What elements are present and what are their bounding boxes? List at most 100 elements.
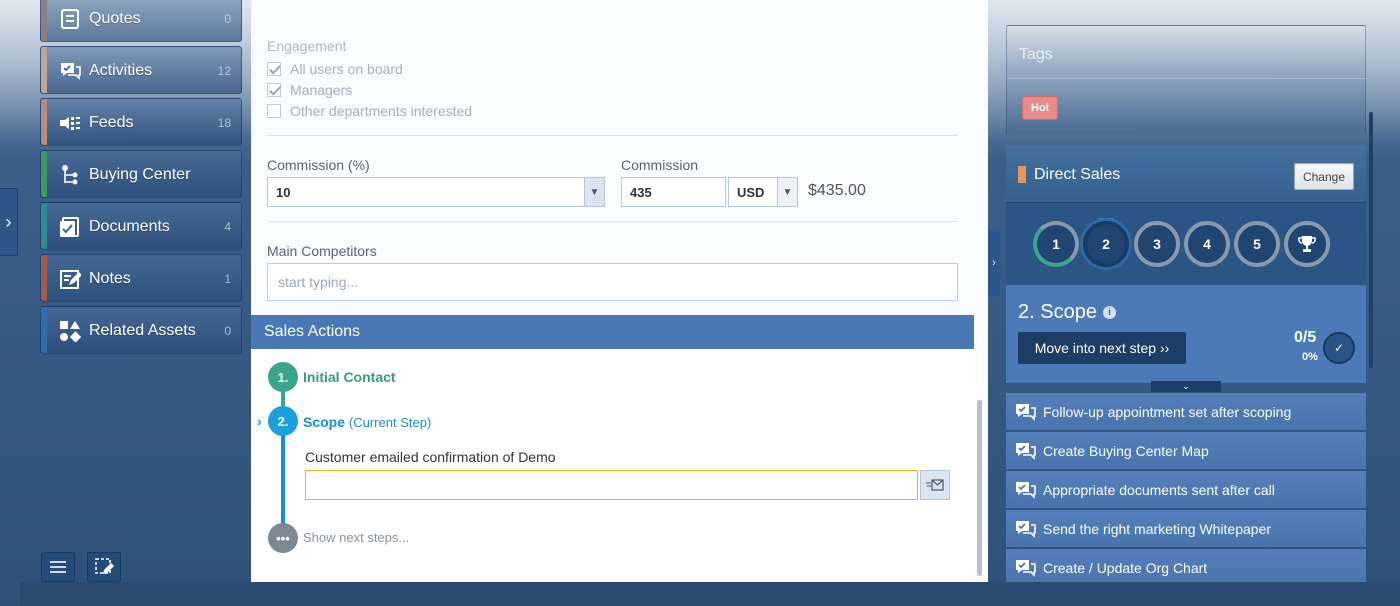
commission-amount-label: Commission (621, 157, 699, 173)
send-email-button[interactable] (920, 470, 950, 500)
checkbox[interactable] (267, 83, 281, 97)
sidebar-item-activities[interactable]: Activities 12 (40, 46, 242, 94)
process-step-won[interactable] (1284, 221, 1330, 267)
edit-layout-button[interactable] (87, 552, 121, 582)
process-step-2[interactable]: 2 (1083, 221, 1129, 267)
step-number: 1 (1052, 236, 1060, 252)
sidebar-item-related-assets[interactable]: Related Assets 0 (40, 306, 242, 354)
chevron-down-icon: ⌄ (1182, 381, 1190, 391)
scrollbar[interactable] (1369, 112, 1373, 368)
task-item-label: Appropriate documents sent after call (1043, 482, 1275, 498)
process-step-4[interactable]: 4 (1184, 221, 1230, 267)
checkbox-label: Managers (290, 82, 353, 98)
step-2-circle[interactable]: 2. (268, 406, 298, 436)
process-step-1[interactable]: 1 (1033, 221, 1079, 267)
show-next-steps-link[interactable]: Show next steps... (303, 530, 409, 545)
commission-amount-input[interactable]: 435 (621, 177, 726, 207)
checkmark-icon: ✓ (1323, 332, 1355, 364)
step-number: 2. (277, 413, 289, 429)
task-check-icon (1016, 482, 1036, 499)
collapse-current-step-tab[interactable]: ⌄ (1151, 381, 1221, 392)
sidebar-item-count: 18 (217, 116, 231, 130)
bottom-bar (20, 582, 1400, 606)
process-color-marker (1018, 166, 1026, 183)
expand-sidebar-toggle[interactable]: › (0, 188, 18, 256)
change-process-button[interactable]: Change (1294, 163, 1354, 190)
collapse-right-panel-toggle[interactable]: › (988, 230, 1000, 296)
progress-fraction: 0/5 (1294, 329, 1317, 346)
step-number: 4 (1203, 236, 1211, 252)
checkbox[interactable] (267, 104, 281, 118)
sidebar-item-label: Feeds (89, 114, 134, 131)
sidebar-item-documents[interactable]: Documents 4 (40, 202, 242, 250)
task-input[interactable] (305, 470, 918, 500)
move-next-step-button[interactable]: Move into next step ›› (1018, 332, 1186, 364)
process-step-3[interactable]: 3 (1134, 221, 1180, 267)
competitors-label: Main Competitors (267, 243, 377, 259)
sidebar-item-buying-center[interactable]: Buying Center (40, 150, 242, 198)
process-step-5[interactable]: 5 (1234, 221, 1280, 267)
assets-icon (60, 321, 81, 342)
trophy-icon (1298, 236, 1316, 252)
sidebar-item-feeds[interactable]: Feeds 18 (40, 98, 242, 146)
accent-bar (41, 255, 47, 301)
engagement-option-other-departments[interactable]: Other departments interested (267, 103, 472, 119)
checkbox-label: Other departments interested (290, 103, 473, 119)
sidebar-item-count: 12 (217, 64, 231, 78)
chevron-down-icon[interactable]: ▼ (584, 178, 604, 206)
step-2-title[interactable]: Scope (Current Step) (303, 414, 431, 430)
tag-hot[interactable]: Hot (1022, 96, 1059, 120)
task-check-icon (1016, 443, 1036, 460)
divider (267, 221, 958, 222)
sidebar-item-notes[interactable]: Notes 1 (40, 254, 242, 302)
sales-actions-title: Sales Actions (264, 323, 361, 340)
info-icon[interactable]: i (1102, 306, 1116, 320)
commission-amount-display: $435.00 (808, 182, 866, 199)
engagement-option-all-users[interactable]: All users on board (267, 61, 403, 77)
chevron-down-icon[interactable]: ▼ (777, 178, 797, 206)
activities-icon (61, 63, 81, 80)
sidebar-item-label: Buying Center (89, 166, 191, 183)
progress-percent: 0% (1302, 351, 1318, 363)
process-title: Direct Sales (1034, 166, 1121, 183)
documents-icon (60, 217, 79, 237)
process-task-item[interactable]: Send the right marketing Whitepaper (1006, 510, 1366, 548)
sidebar-item-label: Notes (89, 270, 131, 287)
sidebar-item-count: 1 (224, 272, 231, 286)
sidebar-item-quotes[interactable]: Quotes 0 (40, 0, 242, 42)
chevron-right-icon: › (992, 257, 996, 269)
accent-bar (41, 47, 47, 93)
commission-percent-select[interactable]: 10 ▼ (267, 177, 605, 207)
current-step-panel: 2. Scope i Move into next step ›› 0/5 0% … (1006, 285, 1366, 383)
process-task-item[interactable]: Create Buying Center Map (1006, 432, 1366, 470)
opportunity-form: Engagement All users on board Managers O… (251, 0, 988, 315)
accent-bar (41, 99, 47, 145)
currency-select[interactable]: USD ▼ (728, 177, 798, 207)
step-1-circle[interactable]: 1. (268, 362, 298, 392)
competitors-input[interactable]: start typing... (267, 263, 958, 301)
scrollbar[interactable] (977, 400, 982, 576)
sidebar-item-count: 0 (224, 324, 231, 338)
step-number: 1. (277, 369, 289, 385)
sidebar-item-label: Quotes (89, 10, 141, 27)
process-task-item[interactable]: Follow-up appointment set after scoping (1006, 393, 1366, 431)
step-1-title[interactable]: Initial Contact (303, 369, 396, 385)
org-chart-icon (62, 165, 78, 185)
email-icon (926, 479, 944, 491)
task-check-icon (1016, 521, 1036, 538)
task-check-icon (1016, 404, 1036, 421)
selected-value: 10 (276, 184, 291, 200)
step-number: 5 (1253, 236, 1261, 252)
list-view-button[interactable] (41, 552, 75, 582)
more-steps-circle[interactable]: ••• (268, 523, 298, 553)
task-item-label: Send the right marketing Whitepaper (1043, 521, 1272, 537)
sales-process-header: Direct Sales Change (1006, 145, 1366, 203)
sidebar-item-label: Related Assets (89, 322, 196, 339)
sidebar-item-label: Activities (89, 62, 153, 79)
engagement-option-managers[interactable]: Managers (267, 82, 352, 98)
feeds-icon (60, 117, 80, 130)
task-item-label: Follow-up appointment set after scoping (1043, 404, 1292, 420)
checkbox[interactable] (267, 62, 281, 76)
process-task-item[interactable]: Appropriate documents sent after call (1006, 471, 1366, 509)
more-icon: ••• (276, 530, 290, 546)
